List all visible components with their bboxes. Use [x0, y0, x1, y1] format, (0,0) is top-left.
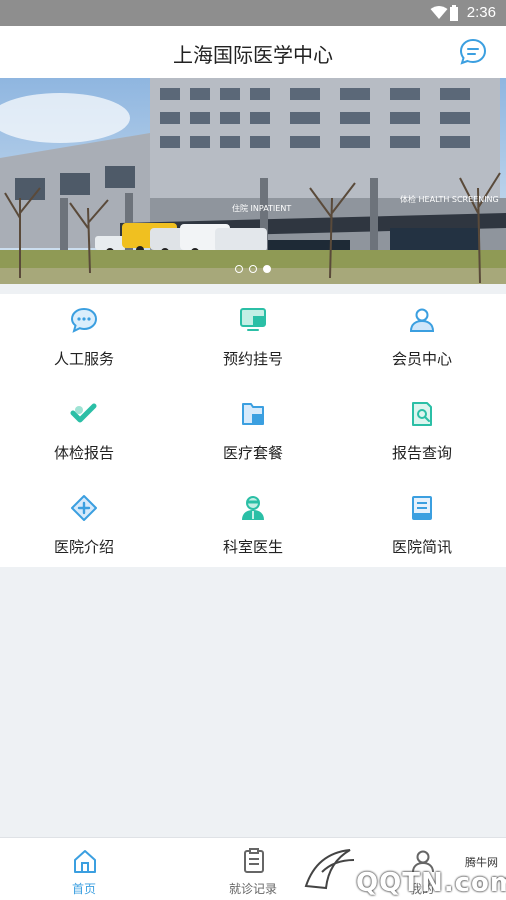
- service-item-report-query[interactable]: 报告查询: [338, 388, 506, 479]
- service-item-checkup-report[interactable]: 体检报告: [0, 388, 168, 479]
- app-header: 上海国际医学中心: [0, 26, 506, 78]
- watermark-logo: 腾牛网 QQTN.com: [300, 842, 506, 898]
- home-icon: [74, 850, 96, 873]
- doctor-icon: [242, 496, 264, 520]
- banner-sign-inpatient: 住院 INPATIENT: [232, 203, 291, 213]
- tab-home[interactable]: 首页: [0, 838, 168, 900]
- report-search-icon: [412, 402, 432, 426]
- hospital-intro-icon: [71, 495, 97, 521]
- service-label: 预约挂号: [222, 350, 283, 368]
- service-grid: 人工服务 预约挂号 会员中心 体检报告 医疗套餐 报告查询 医院介绍 科室医生 …: [0, 294, 506, 567]
- service-label: 医院介绍: [53, 538, 114, 556]
- service-label: 科室医生: [222, 538, 283, 556]
- wifi-icon: [430, 6, 448, 19]
- carousel-indicator: [0, 265, 506, 273]
- chat-bubble-icon[interactable]: [458, 37, 488, 67]
- banner-sign-health: 体检 HEALTH SCREENING: [400, 194, 499, 204]
- page-title: 上海国际医学中心: [173, 43, 333, 67]
- service-item-manual[interactable]: 人工服务: [0, 294, 168, 385]
- service-item-booking[interactable]: 预约挂号: [169, 294, 337, 385]
- carousel-dot[interactable]: [249, 265, 257, 273]
- service-item-doctors[interactable]: 科室医生: [169, 482, 337, 573]
- monitor-booking-icon: [240, 308, 266, 331]
- hospital-building-image: 住院 INPATIENT 体检 HEALTH SCREENING: [0, 78, 506, 284]
- checkup-report-icon: [70, 403, 97, 423]
- service-item-package[interactable]: 医疗套餐: [169, 388, 337, 479]
- watermark-big-text: QQTN.com: [356, 868, 506, 898]
- service-label: 报告查询: [391, 444, 452, 462]
- service-item-member[interactable]: 会员中心: [338, 294, 506, 385]
- banner-carousel[interactable]: 住院 INPATIENT 体检 HEALTH SCREENING: [0, 78, 506, 284]
- battery-icon: [450, 5, 458, 21]
- chat-service-icon: [70, 307, 98, 333]
- status-time: 2:36: [466, 4, 496, 21]
- service-label: 人工服务: [53, 350, 114, 368]
- status-bar: 2:36: [0, 0, 506, 26]
- service-label: 体检报告: [53, 444, 114, 462]
- medical-package-icon: [242, 403, 264, 425]
- carousel-dot-active[interactable]: [263, 265, 271, 273]
- service-item-news[interactable]: 医院简讯: [338, 482, 506, 573]
- carousel-dot[interactable]: [235, 265, 243, 273]
- service-label: 医院简讯: [391, 538, 452, 556]
- service-item-hospital-intro[interactable]: 医院介绍: [0, 482, 168, 573]
- hospital-news-icon: [412, 496, 432, 520]
- service-label: 会员中心: [391, 350, 452, 368]
- service-label: 医疗套餐: [222, 444, 283, 462]
- records-icon: [244, 848, 264, 873]
- member-user-icon: [409, 308, 435, 332]
- watermark-swoosh-icon: [304, 849, 355, 890]
- tab-label: 首页: [71, 882, 96, 896]
